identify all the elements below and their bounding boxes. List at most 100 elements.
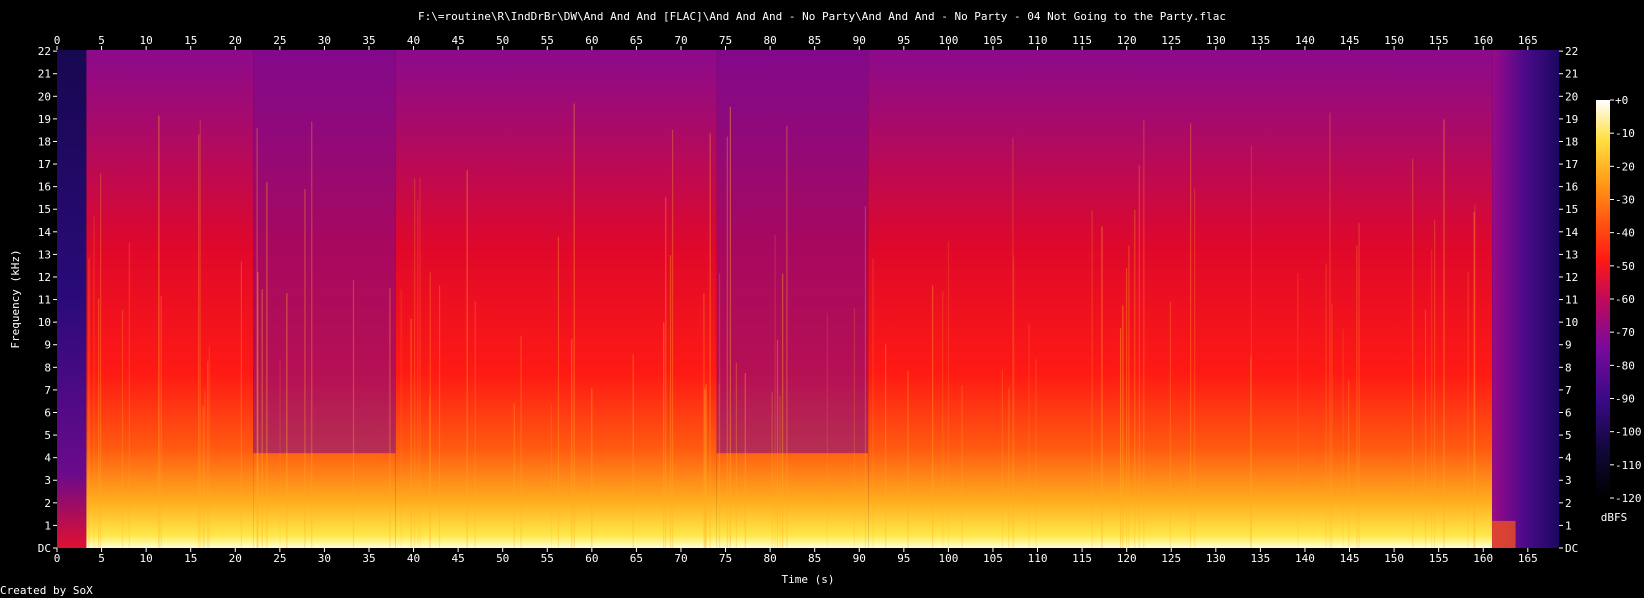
transient-stripe	[571, 339, 573, 548]
spectrogram-segment	[1492, 50, 1559, 548]
transient-stripe	[663, 322, 665, 548]
x-tick-label: 80	[763, 552, 776, 565]
transient-stripe	[1424, 309, 1427, 548]
y-tick-label: 18	[1565, 135, 1578, 148]
x-tick-label: 20	[229, 34, 242, 47]
colorbar-label: dBFS	[1601, 511, 1628, 524]
y-tick-label: 8	[44, 361, 51, 374]
transient-stripe	[419, 177, 421, 548]
spectrogram-segment-overlay	[716, 50, 869, 454]
transient-stripe	[513, 403, 515, 548]
y-axis-title: Frequency (kHz)	[9, 249, 22, 348]
x-tick-label: 155	[1429, 552, 1449, 565]
transient-stripe	[1358, 223, 1360, 548]
y-tick-label: 15	[1565, 203, 1578, 216]
x-tick-label: 125	[1161, 552, 1181, 565]
transient-stripe	[1342, 328, 1344, 548]
y-tick-label: 20	[1565, 90, 1578, 103]
transient-stripe	[198, 134, 200, 549]
y-tick-label: DC	[38, 542, 51, 555]
y-tick-label: 11	[38, 294, 51, 307]
y-tick-label: 2	[1565, 497, 1572, 510]
x-tick-label: 135	[1250, 34, 1270, 47]
x-tick-label: 90	[853, 34, 866, 47]
transient-stripe	[158, 115, 160, 548]
x-tick-label: 5	[98, 552, 105, 565]
transient-stripe	[771, 392, 773, 548]
x-tick-label: 80	[763, 34, 776, 47]
transient-stripe	[1128, 245, 1130, 549]
y-tick-label: 1	[1565, 519, 1572, 532]
transient-stripe	[1190, 123, 1192, 548]
transient-stripe	[429, 396, 431, 548]
transient-stripe	[826, 312, 828, 548]
transient-stripe	[311, 121, 313, 548]
y-tick-label: 7	[1565, 384, 1572, 397]
y-tick-label: DC	[1565, 542, 1578, 555]
x-tick-label: 165	[1518, 34, 1538, 47]
transient-stripe	[947, 241, 950, 548]
y-tick-label: 3	[1565, 474, 1572, 487]
x-tick-label: 115	[1072, 34, 1092, 47]
x-tick-label: 105	[983, 552, 1003, 565]
y-tick-label: 5	[44, 429, 51, 442]
transient-stripe	[1126, 268, 1128, 548]
transient-stripe	[932, 285, 934, 548]
x-tick-label: 35	[362, 34, 375, 47]
x-tick-label: 75	[719, 34, 732, 47]
transient-stripe	[1143, 120, 1145, 549]
transient-stripe	[1101, 226, 1103, 549]
x-tick-label: 30	[318, 34, 331, 47]
transient-stripe	[907, 370, 909, 548]
transient-stripe	[240, 261, 243, 548]
x-tick-label: 150	[1384, 552, 1404, 565]
transient-stripe	[261, 289, 263, 548]
transient-stripe	[591, 388, 593, 548]
colorbar-tick-label: -80	[1615, 359, 1635, 372]
transient-stripe	[671, 129, 674, 548]
transient-stripe	[942, 290, 944, 548]
transient-stripe	[93, 216, 95, 549]
transient-stripe	[961, 385, 963, 548]
transient-stripe	[779, 396, 781, 548]
x-tick-label: 0	[54, 552, 61, 565]
x-tick-label: 105	[983, 34, 1003, 47]
transient-stripe	[718, 273, 721, 548]
y-tick-label: 18	[38, 135, 51, 148]
y-tick-label: 15	[38, 203, 51, 216]
y-tick-label: 14	[1565, 226, 1579, 239]
transient-stripe	[304, 188, 306, 548]
transient-stripe	[550, 403, 553, 548]
x-tick-label: 85	[808, 34, 821, 47]
x-tick-label: 110	[1028, 552, 1048, 565]
spectrogram-segment-overlay	[1492, 520, 1516, 548]
transient-stripe	[199, 119, 201, 549]
x-tick-label: 110	[1028, 34, 1048, 47]
x-tick-label: 45	[452, 552, 465, 565]
spectrogram-segment	[86, 50, 254, 548]
y-tick-label: 4	[1565, 452, 1572, 465]
x-tick-label: 90	[853, 552, 866, 565]
x-tick-label: 65	[630, 552, 643, 565]
transient-stripe	[726, 136, 728, 548]
transient-stripe	[121, 310, 124, 548]
x-tick-label: 75	[719, 552, 732, 565]
y-tick-label: 20	[38, 90, 51, 103]
transient-stripe	[1467, 271, 1469, 548]
colorbar-tick-label: -30	[1615, 194, 1635, 207]
transient-stripe	[1122, 305, 1124, 548]
x-tick-label: 165	[1518, 552, 1538, 565]
x-axis-title: Time (s)	[782, 573, 835, 586]
transient-stripe	[705, 384, 707, 548]
transient-stripe	[1434, 219, 1436, 548]
x-tick-label: 100	[938, 34, 958, 47]
x-tick-label: 130	[1206, 34, 1226, 47]
transient-stripe	[853, 308, 855, 548]
transient-stripe	[520, 335, 522, 548]
y-tick-label: 10	[38, 316, 51, 329]
transient-stripe	[128, 242, 130, 549]
transient-stripe	[1443, 119, 1445, 548]
x-tick-label: 95	[897, 552, 910, 565]
x-tick-label: 135	[1250, 552, 1270, 565]
y-tick-label: 8	[1565, 361, 1572, 374]
